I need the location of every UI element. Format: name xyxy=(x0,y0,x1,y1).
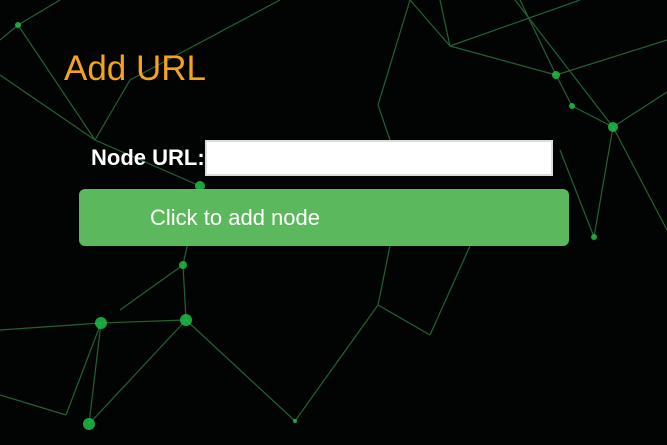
node-url-row: Node URL: xyxy=(91,140,553,176)
add-node-button[interactable]: Click to add node xyxy=(79,189,569,246)
node-url-label: Node URL: xyxy=(91,145,205,170)
node-url-input[interactable] xyxy=(204,140,553,176)
page: Add URL Node URL: Click to add node xyxy=(0,0,667,445)
page-title: Add URL xyxy=(64,49,207,88)
